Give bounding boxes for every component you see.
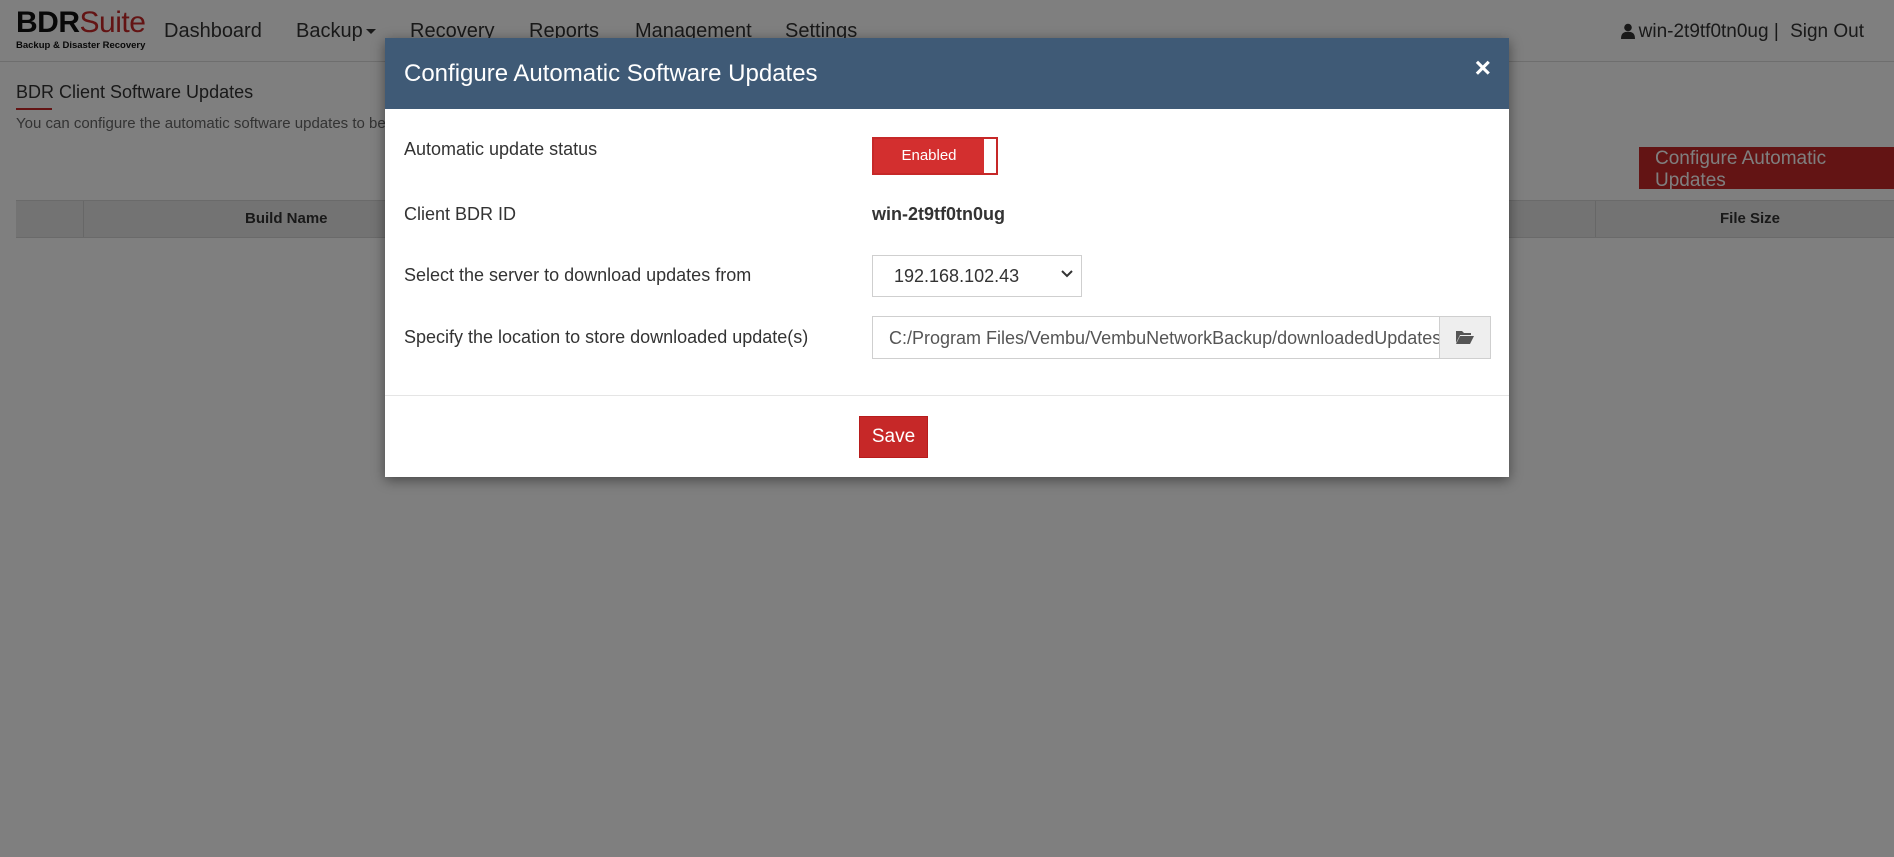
browse-folder-button[interactable]	[1439, 316, 1491, 359]
client-id-label: Client BDR ID	[404, 204, 517, 224]
chevron-down-icon	[1061, 270, 1073, 278]
configure-updates-modal: Configure Automatic Software Updates × A…	[385, 38, 1509, 477]
modal-title: Configure Automatic Software Updates	[404, 60, 818, 87]
status-label: Automatic update status	[404, 139, 598, 159]
folder-open-icon	[1456, 331, 1474, 344]
server-select[interactable]: 192.168.102.43	[872, 255, 1082, 297]
server-label: Select the server to download updates fr…	[404, 265, 752, 285]
client-id-value: win-2t9tf0tn0ug	[872, 204, 1005, 224]
download-location-value: C:/Program Files/Vembu/VembuNetworkBacku…	[889, 328, 1440, 348]
toggle-on-state: Enabled	[874, 139, 984, 173]
auto-update-toggle[interactable]: Enabled	[872, 137, 998, 175]
download-location-input[interactable]: C:/Program Files/Vembu/VembuNetworkBacku…	[872, 316, 1440, 359]
server-select-value: 192.168.102.43	[894, 266, 1020, 286]
modal-header: Configure Automatic Software Updates ×	[385, 38, 1509, 109]
modal-footer-divider	[385, 395, 1509, 396]
save-button[interactable]: Save	[859, 416, 928, 458]
location-label: Specify the location to store downloaded…	[404, 327, 809, 347]
close-icon[interactable]: ×	[1475, 54, 1491, 82]
